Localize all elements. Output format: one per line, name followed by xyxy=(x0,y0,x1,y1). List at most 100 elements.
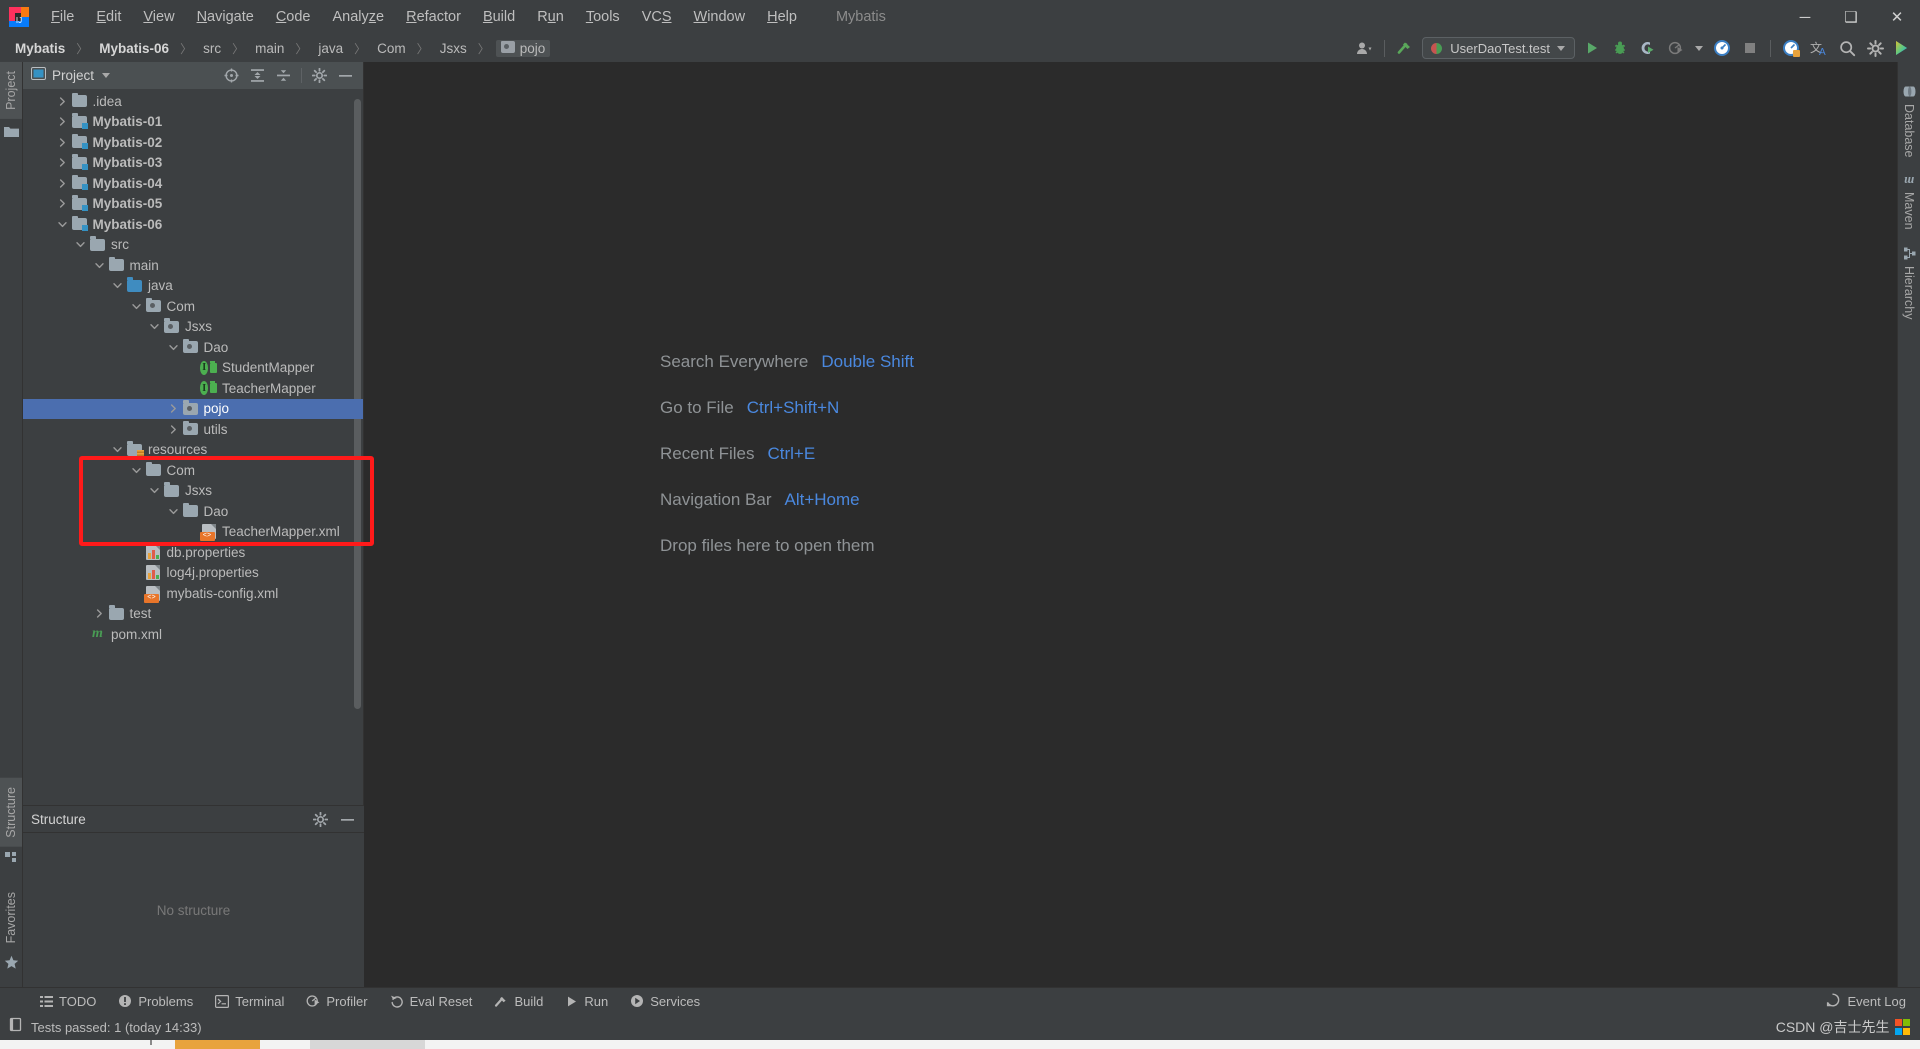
bottom-tool-run[interactable]: Run xyxy=(555,991,618,1012)
translate-icon[interactable]: 文 A xyxy=(1806,36,1832,60)
bottom-tool-todo[interactable]: TODO xyxy=(30,991,106,1012)
tree-node-test[interactable]: test xyxy=(23,604,363,625)
menu-item-edit[interactable]: Edit xyxy=(85,5,132,29)
breadcrumb-item-mybatis[interactable]: Mybatis xyxy=(10,40,70,57)
bottom-tool-eval-reset[interactable]: Eval Reset xyxy=(380,991,483,1012)
minimize-button[interactable]: ─ xyxy=(1782,0,1828,34)
sidebar-tab-maven[interactable]: m Maven xyxy=(1897,167,1920,239)
settings-gear-icon[interactable] xyxy=(1862,36,1888,60)
tree-node-com[interactable]: Com xyxy=(23,296,363,317)
attach-profiler-icon[interactable] xyxy=(1709,36,1735,60)
tree-node-mybatis-config-xml[interactable]: mybatis-config.xml xyxy=(23,583,363,604)
event-log-button[interactable]: Event Log xyxy=(1826,993,1906,1010)
tree-node-com[interactable]: Com xyxy=(23,460,363,481)
chevron-down-icon[interactable] xyxy=(111,443,124,456)
user-settings-icon[interactable] xyxy=(1351,36,1377,60)
tree-node-java[interactable]: java xyxy=(23,276,363,297)
structure-hide-icon[interactable] xyxy=(339,811,356,828)
tree-node-mybatis-01[interactable]: Mybatis-01 xyxy=(23,112,363,133)
select-opened-file-icon[interactable] xyxy=(223,67,240,84)
sidebar-tab-hierarchy[interactable]: Hierarchy xyxy=(1898,238,1920,329)
menu-item-refactor[interactable]: Refactor xyxy=(395,5,472,29)
panel-settings-gear-icon[interactable] xyxy=(311,67,328,84)
tree-node-mybatis-05[interactable]: Mybatis-05 xyxy=(23,194,363,215)
chevron-right-icon[interactable] xyxy=(56,156,69,169)
menu-item-window[interactable]: Window xyxy=(683,5,757,29)
tree-node-src[interactable]: src xyxy=(23,235,363,256)
chevron-right-icon[interactable] xyxy=(167,402,180,415)
menu-item-file[interactable]: File xyxy=(40,5,85,29)
tree-node-jsxs[interactable]: Jsxs xyxy=(23,481,363,502)
tree-node-db-properties[interactable]: db.properties xyxy=(23,542,363,563)
taskbar-segment-active[interactable] xyxy=(175,1040,260,1049)
taskbar-segment-inactive[interactable] xyxy=(310,1040,425,1049)
chevron-right-icon[interactable] xyxy=(56,136,69,149)
sidebar-tab-project[interactable]: Project xyxy=(0,62,22,119)
breadcrumb-item-com[interactable]: Com xyxy=(372,40,411,57)
profiler-dropdown-caret[interactable] xyxy=(1691,36,1707,60)
chevron-right-icon[interactable] xyxy=(93,607,106,620)
breadcrumb-item-mybatis-06[interactable]: Mybatis-06 xyxy=(94,40,174,57)
chevron-down-icon[interactable] xyxy=(56,218,69,231)
bottom-tool-profiler[interactable]: Profiler xyxy=(296,991,377,1012)
search-everywhere-icon[interactable] xyxy=(1834,36,1860,60)
chevron-down-icon[interactable] xyxy=(1557,45,1565,51)
chevron-right-icon[interactable] xyxy=(56,115,69,128)
menu-item-view[interactable]: View xyxy=(132,5,185,29)
chevron-right-icon[interactable] xyxy=(56,95,69,108)
breadcrumb-item-main[interactable]: main xyxy=(250,40,289,57)
breadcrumb-item-src[interactable]: src xyxy=(198,40,226,57)
menu-item-analyze[interactable]: Analyze xyxy=(322,5,396,29)
breadcrumb-item-jsxs[interactable]: Jsxs xyxy=(435,40,472,57)
tree-node-resources[interactable]: resources xyxy=(23,440,363,461)
menu-item-vcs[interactable]: VCS xyxy=(631,5,683,29)
chevron-right-icon[interactable] xyxy=(167,423,180,436)
tree-node-mybatis-06[interactable]: Mybatis-06 xyxy=(23,214,363,235)
chevron-down-icon[interactable] xyxy=(93,259,106,272)
tree-node-teachermapper-xml[interactable]: TeacherMapper.xml xyxy=(23,522,363,543)
chevron-right-icon[interactable] xyxy=(56,197,69,210)
tree-node-mybatis-03[interactable]: Mybatis-03 xyxy=(23,153,363,174)
maximize-button[interactable]: ❑ xyxy=(1828,0,1874,34)
expand-all-icon[interactable] xyxy=(249,67,266,84)
bottom-tool-build[interactable]: Build xyxy=(484,991,553,1012)
build-hammer-icon[interactable] xyxy=(1392,36,1418,60)
structure-settings-gear-icon[interactable] xyxy=(312,811,329,828)
menu-item-code[interactable]: Code xyxy=(265,5,322,29)
run-configuration-selector[interactable]: UserDaoTest.test xyxy=(1422,37,1575,59)
tree-node-dao[interactable]: Dao xyxy=(23,337,363,358)
debug-button[interactable] xyxy=(1607,36,1633,60)
ide-brand-icon[interactable] xyxy=(1890,36,1916,60)
breadcrumb-item-java[interactable]: java xyxy=(313,40,348,57)
tree-node-mybatis-02[interactable]: Mybatis-02 xyxy=(23,132,363,153)
tree-node-pojo[interactable]: pojo xyxy=(23,398,363,419)
run-button[interactable] xyxy=(1579,36,1605,60)
chevron-down-icon[interactable] xyxy=(111,279,124,292)
tree-node-main[interactable]: main xyxy=(23,255,363,276)
profile-button[interactable] xyxy=(1663,36,1689,60)
collapse-all-icon[interactable] xyxy=(275,67,292,84)
menu-item-help[interactable]: Help xyxy=(756,5,808,29)
tree-node-studentmapper[interactable]: I StudentMapper xyxy=(23,358,363,379)
chevron-down-icon[interactable] xyxy=(167,505,180,518)
menu-item-run[interactable]: Run xyxy=(526,5,575,29)
editor-area[interactable]: Search Everywhere Double Shift Go to File C… xyxy=(364,62,1897,987)
sidebar-tab-database[interactable]: Database xyxy=(1898,76,1920,167)
close-button[interactable]: ✕ xyxy=(1874,0,1920,34)
chevron-down-icon[interactable] xyxy=(74,238,87,251)
tree-node--idea[interactable]: .idea xyxy=(23,91,363,112)
menu-item-tools[interactable]: Tools xyxy=(575,5,631,29)
chevron-down-icon[interactable] xyxy=(130,464,143,477)
tree-node-pom-xml[interactable]: m pom.xml xyxy=(23,624,363,645)
tree-node-mybatis-04[interactable]: Mybatis-04 xyxy=(23,173,363,194)
bottom-tool-problems[interactable]: Problems xyxy=(108,991,203,1012)
tree-node-dao[interactable]: Dao xyxy=(23,501,363,522)
hide-panel-icon[interactable] xyxy=(337,67,354,84)
stop-button[interactable] xyxy=(1737,36,1763,60)
updating-gauge-icon[interactable] xyxy=(1778,36,1804,60)
project-panel-chevron-down-icon[interactable] xyxy=(102,73,111,78)
chevron-down-icon[interactable] xyxy=(148,320,161,333)
menu-item-build[interactable]: Build xyxy=(472,5,526,29)
run-with-coverage-button[interactable] xyxy=(1635,36,1661,60)
menu-item-navigate[interactable]: Navigate xyxy=(186,5,265,29)
